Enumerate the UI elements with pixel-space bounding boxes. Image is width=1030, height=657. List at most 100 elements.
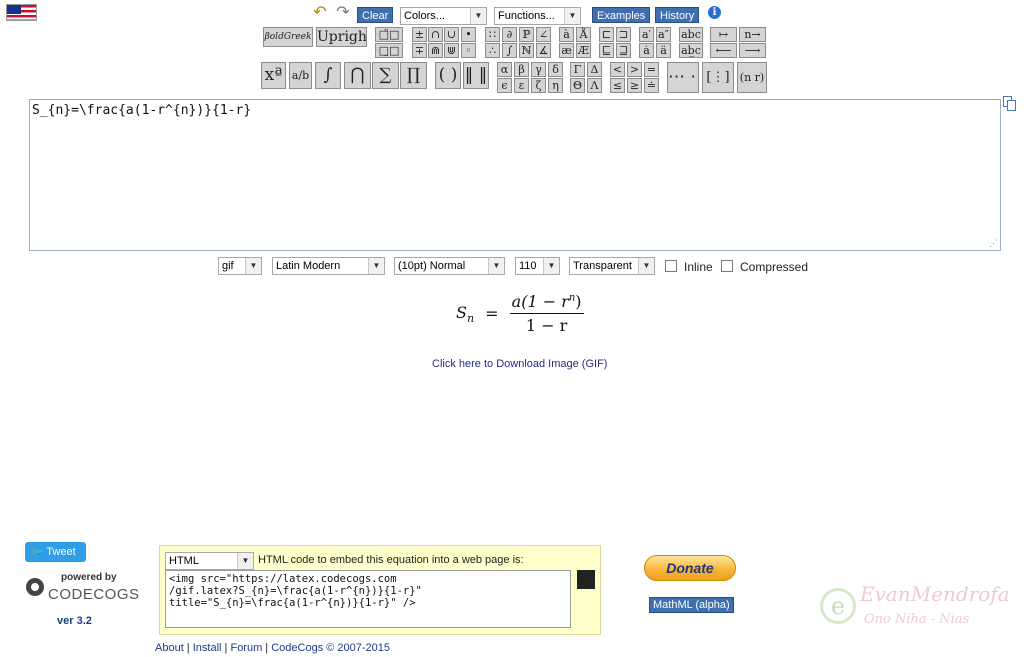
footer-about-link[interactable]: About: [155, 642, 184, 654]
symbol-button[interactable]: Å: [576, 27, 591, 42]
symbol-button[interactable]: abc: [679, 27, 703, 42]
symbol-button[interactable]: ⊐: [616, 27, 631, 42]
symbol-button[interactable]: ℕ: [519, 43, 534, 58]
symbol-button[interactable]: α: [497, 62, 512, 77]
compressed-checkbox[interactable]: [721, 260, 733, 272]
symbol-button[interactable]: □̈□: [375, 27, 403, 42]
mathml-button[interactable]: MathML (alpha): [649, 597, 734, 613]
clear-button[interactable]: Clear: [357, 7, 394, 23]
functions-select[interactable]: Functions... ▼: [494, 7, 581, 25]
symbol-button[interactable]: ∫: [502, 43, 517, 58]
redo-icon[interactable]: ↷: [333, 5, 353, 21]
compressed-label: Compressed: [740, 260, 809, 274]
size-select[interactable]: (10pt) Normal ▼: [394, 257, 505, 275]
integral-button[interactable]: ∫: [315, 62, 341, 89]
symbol-button[interactable]: ∩: [428, 27, 443, 42]
chevron-down-icon: ▼: [564, 8, 580, 24]
embed-code-textarea[interactable]: <img src="https://latex.codecogs.com /gi…: [165, 570, 571, 628]
symbol-button[interactable]: ∓: [412, 43, 427, 58]
symbol-button[interactable]: a′: [639, 27, 654, 42]
symbol-button[interactable]: ≤: [610, 78, 625, 93]
symbol-button[interactable]: à: [559, 27, 574, 42]
symbol-button[interactable]: □̤□: [375, 43, 403, 58]
symbol-button[interactable]: ◦: [461, 43, 476, 58]
symbol-button[interactable]: ⋒: [428, 43, 443, 58]
symbol-button[interactable]: ∡: [536, 43, 551, 58]
fraction-button[interactable]: a/b: [289, 62, 312, 89]
symbol-button[interactable]: ±: [412, 27, 427, 42]
codecogs-logo[interactable]: powered by CODECOGS: [24, 570, 139, 610]
copy-icon[interactable]: [1003, 96, 1017, 112]
symbol-button[interactable]: η: [548, 78, 563, 93]
format-select[interactable]: gif ▼: [218, 257, 262, 275]
sum-button[interactable]: ∑: [372, 62, 399, 89]
embed-type-select[interactable]: HTML ▼: [165, 552, 254, 570]
resize-grip-icon[interactable]: ⋰: [989, 239, 998, 249]
symbol-button[interactable]: ⟵: [710, 43, 737, 58]
dpi-select[interactable]: 110 ▼: [515, 257, 560, 275]
symbol-button[interactable]: ∴: [485, 43, 500, 58]
symbol-button[interactable]: ⊑: [599, 43, 614, 58]
symbol-button[interactable]: Γ: [570, 62, 585, 77]
symbol-button[interactable]: ∪: [444, 27, 459, 42]
big-intersection-button[interactable]: ⋂: [344, 62, 371, 89]
symbol-button[interactable]: ab̲c: [679, 43, 703, 58]
symbol-button[interactable]: a″: [656, 27, 671, 42]
parentheses-button[interactable]: ( ): [435, 62, 461, 89]
symbol-button[interactable]: ⊒: [616, 43, 631, 58]
symbol-button[interactable]: γ: [531, 62, 546, 77]
latex-editor-textarea[interactable]: S_{n}=\frac{a(1-r^{n})}{1-r} ⋰: [29, 99, 1001, 251]
symbol-button[interactable]: ℙ: [519, 27, 534, 42]
symbol-button[interactable]: æ: [559, 43, 574, 58]
symbol-button[interactable]: ↦: [710, 27, 737, 42]
symbol-button[interactable]: ϵ: [497, 78, 512, 93]
footer-copyright-link[interactable]: CodeCogs © 2007-2015: [271, 642, 390, 654]
symbol-button[interactable]: ⋓: [444, 43, 459, 58]
symbol-button[interactable]: ⊏: [599, 27, 614, 42]
symbol-button[interactable]: ⟶: [739, 43, 766, 58]
symbol-button[interactable]: ∠: [536, 27, 551, 42]
donate-button[interactable]: Donate: [644, 555, 736, 581]
symbol-button[interactable]: Æ: [576, 43, 591, 58]
symbol-button[interactable]: ȧ: [639, 43, 654, 58]
bracket-matrix-button[interactable]: [⋮]: [702, 62, 734, 93]
symbol-button[interactable]: β: [514, 62, 529, 77]
info-icon[interactable]: i: [708, 6, 721, 19]
dots-matrix-button[interactable]: ⋯ ⋯: [667, 62, 699, 93]
footer-forum-link[interactable]: Forum: [230, 642, 262, 654]
symbol-button[interactable]: Λ: [587, 78, 602, 93]
symbol-button[interactable]: δ: [548, 62, 563, 77]
symbol-button[interactable]: >: [627, 62, 642, 77]
symbol-button[interactable]: Δ: [587, 62, 602, 77]
symbol-button[interactable]: •: [461, 27, 476, 42]
history-button[interactable]: History: [655, 7, 700, 23]
symbol-button[interactable]: ä: [656, 43, 671, 58]
inline-checkbox[interactable]: [665, 260, 677, 272]
font-select[interactable]: Latin Modern ▼: [272, 257, 385, 275]
symbol-button[interactable]: <: [610, 62, 625, 77]
symbol-button[interactable]: n→: [739, 27, 766, 42]
undo-icon[interactable]: ↶: [310, 5, 330, 21]
symbol-button[interactable]: ≥: [627, 78, 642, 93]
symbol-button[interactable]: ε: [514, 78, 529, 93]
symbol-button[interactable]: ∷: [485, 27, 500, 42]
copy-code-icon[interactable]: [577, 570, 595, 589]
colors-select[interactable]: Colors... ▼: [400, 7, 487, 25]
norm-button[interactable]: ‖ ‖: [463, 62, 489, 89]
background-select[interactable]: Transparent ▼: [569, 257, 655, 275]
superscript-button[interactable]: xª: [261, 62, 286, 89]
symbol-button[interactable]: ζ: [531, 78, 546, 93]
symbol-button[interactable]: ≐: [644, 78, 659, 93]
product-button[interactable]: ∏: [400, 62, 427, 89]
symbol-button[interactable]: =: [644, 62, 659, 77]
language-flag-icon[interactable]: [6, 4, 37, 21]
examples-button[interactable]: Examples: [592, 7, 651, 23]
footer-install-link[interactable]: Install: [193, 642, 222, 654]
tweet-button[interactable]: 🐦 Tweet: [25, 542, 86, 562]
download-image-link[interactable]: Click here to Download Image (GIF): [432, 358, 607, 370]
symbol-button[interactable]: ∂: [502, 27, 517, 42]
bold-greek-button[interactable]: βoldGreek: [263, 27, 313, 47]
upright-button[interactable]: Upright: [316, 27, 367, 47]
binomial-button[interactable]: (n r): [737, 62, 767, 93]
symbol-button[interactable]: Θ: [570, 78, 585, 93]
